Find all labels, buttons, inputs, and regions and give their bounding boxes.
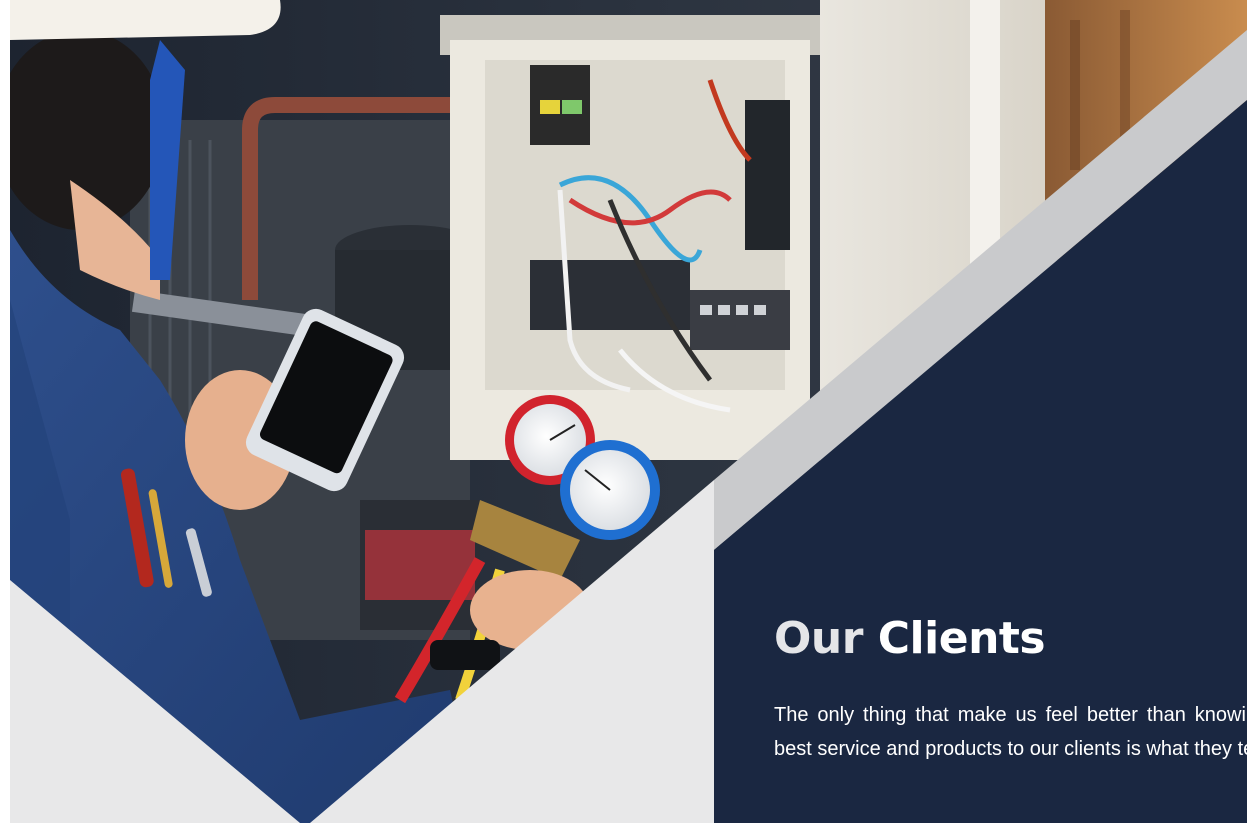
clients-description: The only thing that make us feel better … <box>774 704 1247 760</box>
clients-heading-accent: Clients <box>877 613 1046 664</box>
page: Our Clients The only thing that make us … <box>0 0 1247 823</box>
clients-heading-lead: Our <box>774 613 863 664</box>
clients-section: Our Clients The only thing that make us … <box>774 610 1247 823</box>
clients-heading: Our Clients <box>774 610 1247 668</box>
